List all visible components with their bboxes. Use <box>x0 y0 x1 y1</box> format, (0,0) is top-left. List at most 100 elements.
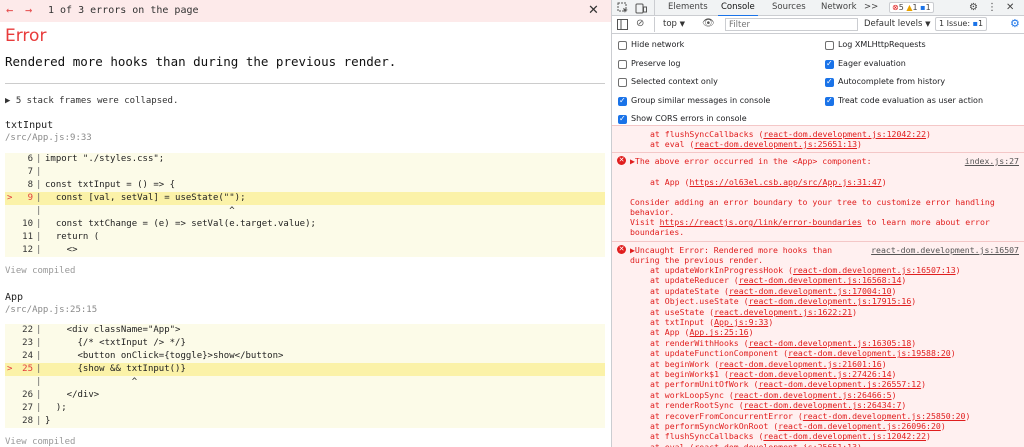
collapsed-frames-toggle[interactable]: ▶ 5 stack frames were collapsed. <box>5 96 178 106</box>
tab-console[interactable]: Console <box>718 2 758 17</box>
stack-function: at workLoopSync ( <box>650 389 734 400</box>
stack-source-link[interactable]: react-dom.development.js:27426:14 <box>729 369 892 379</box>
gutter-bar: | <box>36 206 42 216</box>
issues-counter-badge[interactable]: ⊗5 ▲1 ▪1 <box>889 2 934 13</box>
checkbox[interactable] <box>618 113 627 125</box>
stack-function: at txtInput ( <box>650 317 715 327</box>
gutter-bar: | <box>36 364 42 374</box>
checkbox[interactable] <box>618 78 627 87</box>
checkbox[interactable] <box>825 95 834 107</box>
stack-source-link[interactable]: react-dom.development.js:21601:16 <box>719 359 882 369</box>
stack-source-link[interactable]: react-dom.development.js:12042:22 <box>763 129 926 139</box>
stack-source-link[interactable]: https://ol63el.csb.app/src/App.js:31:47 <box>689 177 881 187</box>
log-levels-dropdown[interactable]: Default levels ▼ <box>864 19 931 29</box>
context-selector[interactable]: top ▼ <box>663 19 685 29</box>
next-error-button[interactable]: → <box>25 3 32 17</box>
stack-source-link[interactable]: react-dom.development.js:25651:13 <box>694 442 857 447</box>
tab-network[interactable]: Network <box>821 2 857 12</box>
stack-function: at recoverFromConcurrentError ( <box>650 410 803 421</box>
gutter-bar: | <box>36 167 42 177</box>
stack-function: at flushSyncCallbacks ( <box>650 431 764 442</box>
error-summary[interactable]: ▶The above error occurred in the <App> c… <box>630 156 872 166</box>
stack-frame: at Object.useState (react-dom.developmen… <box>650 296 916 306</box>
setting-label: Eager evaluation <box>838 58 906 68</box>
stack-frame: at updateReducer (react-dom.development.… <box>650 275 906 285</box>
stack-source-link[interactable]: react-dom.development.js:19588:20 <box>788 348 951 358</box>
settings-gear-icon[interactable]: ⚙ <box>969 2 978 13</box>
stack-source-link[interactable]: react-dom.development.js:17004:10 <box>729 286 892 296</box>
gutter-bar: | <box>36 377 42 387</box>
line-number: 8 <box>27 180 33 190</box>
setting-label: Hide network <box>631 40 685 49</box>
close-devtools-icon[interactable]: ✕ <box>1006 2 1014 13</box>
message-source-link[interactable]: react-dom.development.js:16507 <box>871 245 1019 255</box>
live-expression-eye-icon[interactable]: 👁 <box>702 18 715 29</box>
issues-button[interactable]: 1 Issue: ▪1 <box>935 17 988 31</box>
error-icon: ✕ <box>617 245 626 254</box>
stack-source-link[interactable]: react-dom.development.js:25651:13 <box>694 139 857 149</box>
error-navigation-bar: ← → 1 of 3 errors on the page ✕ <box>0 0 611 22</box>
checkbox[interactable] <box>618 59 627 69</box>
stack-suffix: ) <box>950 348 956 359</box>
stack-frame: at beginWork$1 (react-dom.development.js… <box>650 369 896 379</box>
inspect-element-icon[interactable] <box>617 2 629 17</box>
stack-source-link[interactable]: react-dom.development.js:17915:16 <box>749 296 912 306</box>
checkbox[interactable] <box>618 95 627 107</box>
more-options-icon[interactable]: ⋮ <box>987 2 997 13</box>
stack-source-link[interactable]: react.development.js:1622:21 <box>714 307 852 317</box>
close-overlay-button[interactable]: ✕ <box>588 3 599 18</box>
stack-source-link[interactable]: react-dom.development.js:26466:5 <box>734 390 892 400</box>
console-messages: at flushSyncCallbacks (react-dom.develop… <box>612 125 1024 447</box>
issues-label: 1 Issue: <box>939 19 971 28</box>
stack-source-link[interactable]: react-dom.development.js:12042:22 <box>763 431 926 441</box>
frame-file-path[interactable]: /src/App.js:25:15 <box>5 305 97 315</box>
checkbox[interactable] <box>825 58 834 70</box>
stack-frame: at renderWithHooks (react-dom.developmen… <box>650 338 916 348</box>
view-compiled-link[interactable]: View compiled <box>5 437 75 447</box>
stack-source-link[interactable]: react-dom.development.js:26096:20 <box>778 421 941 431</box>
chevron-down-icon: ▼ <box>925 20 931 28</box>
device-toolbar-icon[interactable] <box>635 2 647 17</box>
stack-source-link[interactable]: react-dom.development.js:16507:13 <box>793 265 956 275</box>
checkbox[interactable] <box>618 41 627 50</box>
stack-suffix: ) <box>857 441 862 447</box>
error-summary[interactable]: ▶Uncaught Error: Rendered more hooks tha… <box>630 245 832 255</box>
sidebar-toggle-icon[interactable] <box>617 19 628 33</box>
stack-source-link[interactable]: App.js:25:16 <box>689 327 748 337</box>
code-text: ); <box>45 403 67 413</box>
filter-input[interactable] <box>725 18 858 31</box>
stack-source-link[interactable]: App.js:9:33 <box>714 317 768 327</box>
stack-source-link[interactable]: react-dom.development.js:16568:14 <box>739 275 902 285</box>
stack-function: at App ( <box>650 177 690 187</box>
tab-sources[interactable]: Sources <box>772 2 806 12</box>
console-message-error: at flushSyncCallbacks (react-dom.develop… <box>612 125 1024 152</box>
stack-source-link[interactable]: react-dom.development.js:26434:7 <box>744 400 902 410</box>
tab-elements[interactable]: Elements <box>668 2 708 12</box>
setting-label: Selected context only <box>631 77 718 86</box>
frame-file-path[interactable]: /src/App.js:9:33 <box>5 133 92 143</box>
divider <box>654 17 655 32</box>
stack-frame: at updateWorkInProgressHook (react-dom.d… <box>650 265 961 275</box>
checkbox[interactable] <box>825 76 834 88</box>
setting-label: Preserve log <box>631 58 681 68</box>
stack-source-link[interactable]: react-dom.development.js:25850:20 <box>803 411 966 421</box>
stack-function: at App ( <box>650 327 690 338</box>
clear-console-icon[interactable]: ⊘ <box>636 18 644 29</box>
error-boundaries-link[interactable]: https://reactjs.org/link/error-boundarie… <box>660 217 862 227</box>
stack-source-link[interactable]: react-dom.development.js:16305:18 <box>749 338 912 348</box>
code-text: ^ <box>45 377 138 387</box>
previous-error-button[interactable]: ← <box>6 3 13 17</box>
line-number: 22 <box>22 325 33 335</box>
console-settings-gear-icon[interactable]: ⚙ <box>1010 17 1020 30</box>
line-number: 12 <box>22 245 33 255</box>
line-number: 26 <box>22 390 33 400</box>
stack-suffix: ) <box>852 306 858 317</box>
stack-suffix: ) <box>891 389 897 400</box>
code-line: 26 | </div> <box>5 389 605 402</box>
message-source-link[interactable]: index.js:27 <box>965 156 1019 166</box>
stack-source-link[interactable]: react-dom.development.js:26557:12 <box>758 379 921 389</box>
view-compiled-link[interactable]: View compiled <box>5 266 75 276</box>
error-advice-text: behavior. <box>630 207 675 217</box>
checkbox[interactable] <box>825 41 834 50</box>
more-tabs-button[interactable]: >> <box>864 2 878 12</box>
